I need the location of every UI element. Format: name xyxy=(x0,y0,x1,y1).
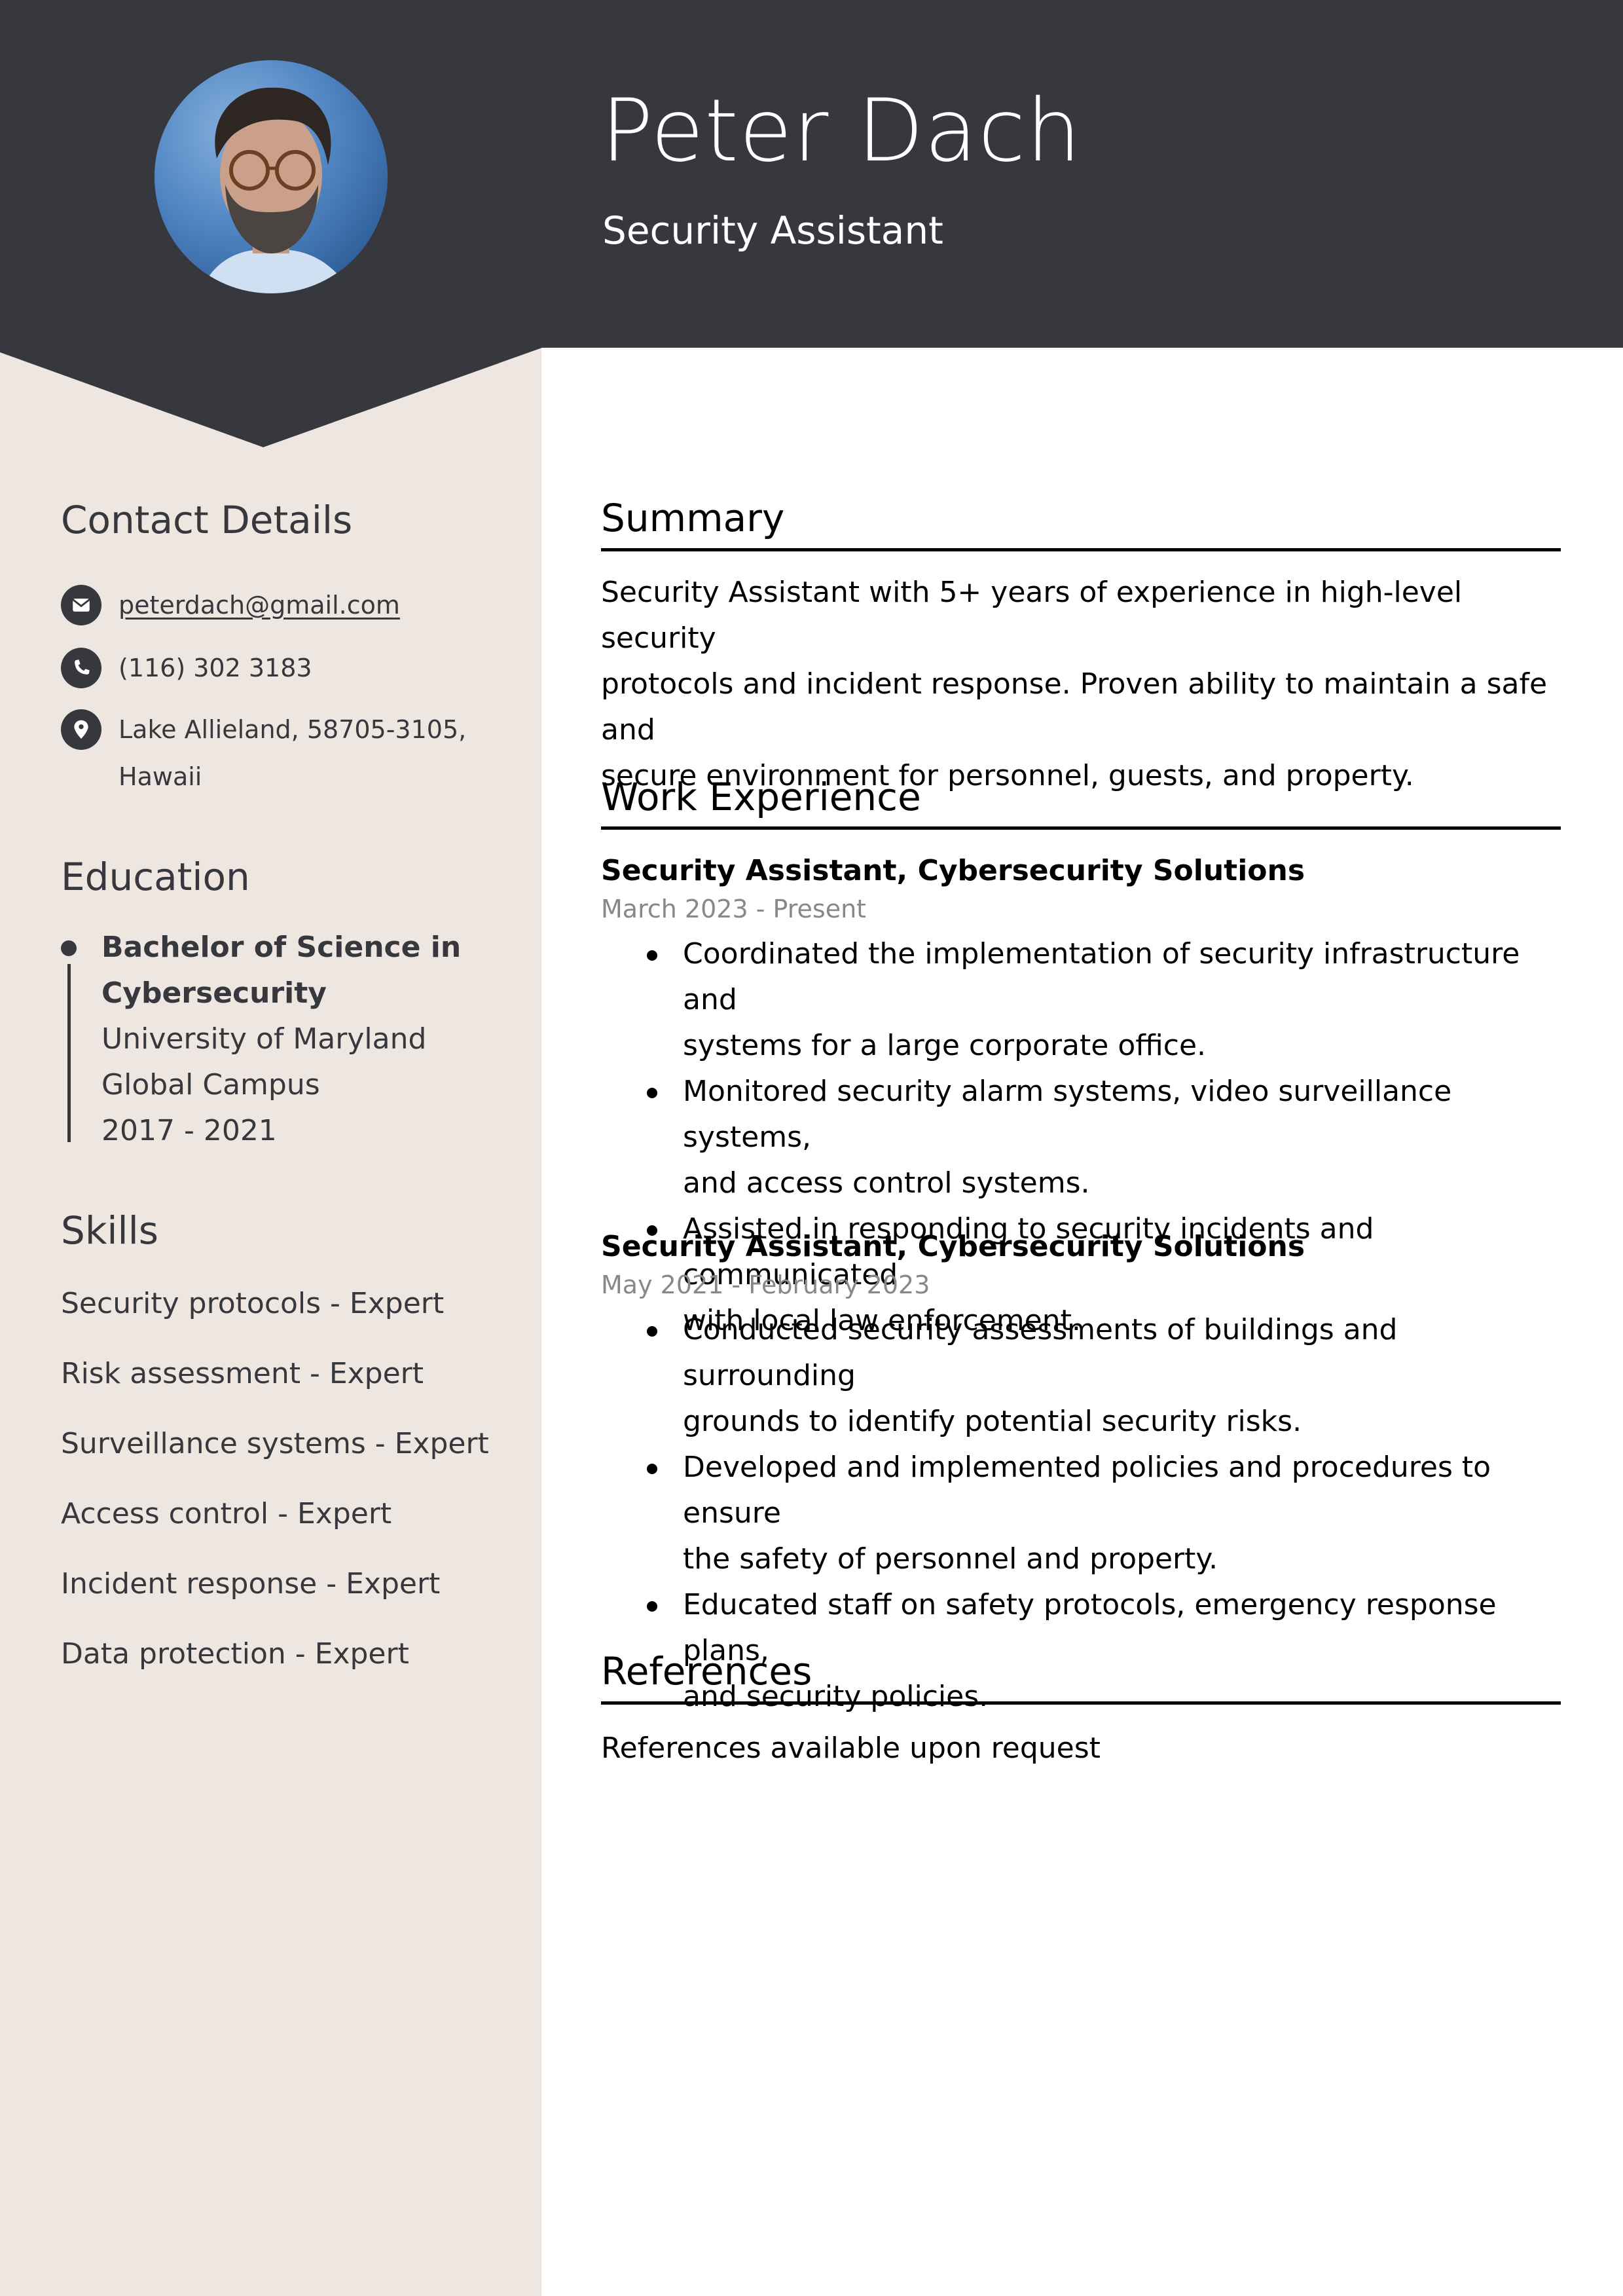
bullet-icon xyxy=(647,1088,657,1098)
timeline-line xyxy=(67,964,71,1142)
job-bullet: Developed and implemented policies and p… xyxy=(601,1445,1561,1582)
skill-item: Security protocols - Expert xyxy=(61,1287,445,1320)
bullet-icon xyxy=(647,1326,657,1337)
references-divider xyxy=(601,1701,1561,1705)
education-years: 2017 - 2021 xyxy=(101,1114,277,1147)
skill-item: Risk assessment - Expert xyxy=(61,1357,424,1390)
header-chevron xyxy=(0,347,542,447)
candidate-name: Peter Dach xyxy=(601,81,1082,181)
summary-text: Security Assistant with 5+ years of expe… xyxy=(601,570,1561,799)
job-dates: March 2023 - Present xyxy=(601,895,867,923)
profile-photo xyxy=(155,60,388,293)
job-bullet: Coordinated the implementation of securi… xyxy=(601,931,1561,1069)
education-heading: Education xyxy=(61,855,250,899)
bullet-icon xyxy=(647,1601,657,1612)
degree-line-1: Bachelor of Science in xyxy=(101,931,462,964)
work-divider xyxy=(601,826,1561,830)
skill-item: Surveillance systems - Expert xyxy=(61,1427,489,1460)
address-line-1: Lake Allieland, 58705-3105, xyxy=(119,715,467,744)
summary-line: protocols and incident response. Proven … xyxy=(601,667,1548,747)
job-title: Security Assistant, Cybersecurity Soluti… xyxy=(601,1230,1305,1263)
skill-item: Access control - Expert xyxy=(61,1497,392,1530)
location-pin-icon xyxy=(61,709,101,750)
summary-line: Security Assistant with 5+ years of expe… xyxy=(601,576,1463,655)
contact-email[interactable]: peterdach@gmail.com xyxy=(61,585,400,625)
references-heading: References xyxy=(601,1649,812,1694)
candidate-title: Security Assistant xyxy=(602,208,943,253)
contact-address: Lake Allieland, 58705-3105, Hawaii xyxy=(61,709,466,791)
job-dates: May 2021 - February 2023 xyxy=(601,1270,930,1299)
email-link[interactable]: peterdach@gmail.com xyxy=(119,582,400,629)
summary-divider xyxy=(601,548,1561,551)
job-bullet: Conducted security assessments of buildi… xyxy=(601,1307,1561,1445)
bullet-icon xyxy=(647,1464,657,1474)
skills-heading: Skills xyxy=(61,1208,158,1253)
work-heading: Work Experience xyxy=(601,775,921,819)
job-bullet: Monitored security alarm systems, video … xyxy=(601,1069,1561,1206)
school-line-1: University of Maryland xyxy=(101,1022,427,1056)
person-portrait-icon xyxy=(155,60,388,293)
timeline-dot xyxy=(61,940,77,956)
skill-item: Incident response - Expert xyxy=(61,1567,441,1601)
contact-heading: Contact Details xyxy=(61,498,353,542)
address-line-2: Hawaii xyxy=(119,762,202,791)
contact-phone: (116) 302 3183 xyxy=(61,648,312,688)
references-text: References available upon request xyxy=(601,1731,1101,1765)
school-line-2: Global Campus xyxy=(101,1068,320,1102)
job-title: Security Assistant, Cybersecurity Soluti… xyxy=(601,854,1305,887)
phone-icon xyxy=(61,648,101,688)
degree-line-2: Cybersecurity xyxy=(101,976,327,1010)
phone-number: (116) 302 3183 xyxy=(119,654,312,682)
envelope-icon xyxy=(61,585,101,625)
skill-item: Data protection - Expert xyxy=(61,1637,409,1671)
summary-heading: Summary xyxy=(601,496,785,540)
bullet-icon xyxy=(647,950,657,961)
